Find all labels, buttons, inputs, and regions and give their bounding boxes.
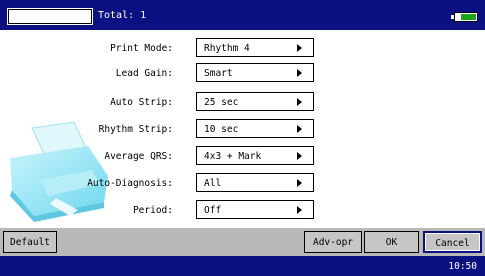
print-settings-panel: Print Mode: Rhythm 4 Lead Gain: Smart Au… xyxy=(0,30,485,228)
period-value: Off xyxy=(204,205,222,216)
arrow-right-icon xyxy=(297,69,302,77)
auto-strip-label: Auto Strip: xyxy=(110,97,173,108)
setting-row-print-mode: Print Mode: Rhythm 4 xyxy=(0,38,485,59)
auto-strip-value: 25 sec xyxy=(204,97,239,108)
average-qrs-value: 4x3 + Mark xyxy=(204,151,262,162)
total-count: Total: 1 xyxy=(98,10,147,21)
rhythm-strip-select[interactable]: 10 sec xyxy=(196,119,314,138)
arrow-right-icon xyxy=(297,152,302,160)
arrow-right-icon xyxy=(297,98,302,106)
auto-strip-select[interactable]: 25 sec xyxy=(196,92,314,111)
rhythm-strip-label: Rhythm Strip: xyxy=(98,124,173,135)
setting-row-lead-gain: Lead Gain: Smart xyxy=(0,63,485,84)
period-label: Period: xyxy=(132,205,173,216)
clock: 10:50 xyxy=(448,261,477,272)
lead-gain-value: Smart xyxy=(204,68,233,79)
setting-row-auto-strip: Auto Strip: 25 sec xyxy=(0,92,485,113)
print-mode-label: Print Mode: xyxy=(110,43,173,54)
patient-id-field[interactable] xyxy=(8,9,92,24)
auto-diagnosis-label: Auto-Diagnosis: xyxy=(87,178,173,189)
arrow-right-icon xyxy=(297,125,302,133)
print-mode-value: Rhythm 4 xyxy=(204,43,250,54)
lead-gain-label: Lead Gain: xyxy=(115,68,173,79)
button-bar: Default Adv-opr OK Cancel xyxy=(0,228,485,256)
average-qrs-select[interactable]: 4x3 + Mark xyxy=(196,146,314,165)
default-button[interactable]: Default xyxy=(3,231,57,253)
battery-icon xyxy=(451,12,478,22)
arrow-right-icon xyxy=(297,179,302,187)
setting-row-period: Period: Off xyxy=(0,200,485,221)
print-mode-select[interactable]: Rhythm 4 xyxy=(196,38,314,57)
period-select[interactable]: Off xyxy=(196,200,314,219)
auto-diagnosis-value: All xyxy=(204,178,222,189)
average-qrs-label: Average QRS: xyxy=(104,151,173,162)
rhythm-strip-value: 10 sec xyxy=(204,124,239,135)
arrow-right-icon xyxy=(297,44,302,52)
ok-button[interactable]: OK xyxy=(364,231,419,253)
setting-row-average-qrs: Average QRS: 4x3 + Mark xyxy=(0,146,485,167)
top-bar: Total: 1 xyxy=(0,0,485,30)
cancel-button[interactable]: Cancel xyxy=(423,231,482,253)
setting-row-rhythm-strip: Rhythm Strip: 10 sec xyxy=(0,119,485,140)
status-bar: 10:50 xyxy=(0,256,485,276)
setting-row-auto-diagnosis: Auto-Diagnosis: All xyxy=(0,173,485,194)
adv-opr-button[interactable]: Adv-opr xyxy=(304,231,362,253)
lead-gain-select[interactable]: Smart xyxy=(196,63,314,82)
auto-diagnosis-select[interactable]: All xyxy=(196,173,314,192)
arrow-right-icon xyxy=(297,206,302,214)
